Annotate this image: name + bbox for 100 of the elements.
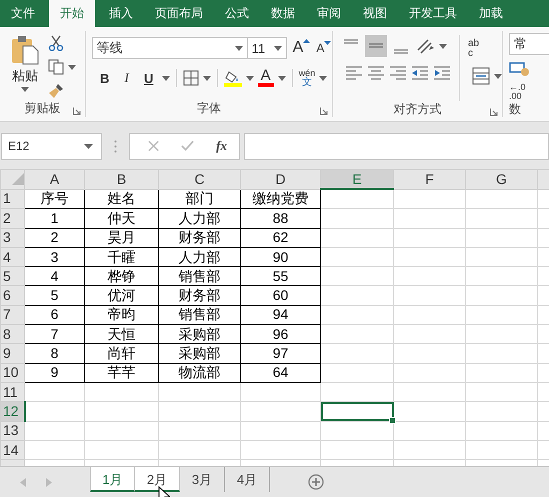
column-header[interactable]: A (24, 170, 84, 189)
shrink-font-button[interactable]: A (316, 41, 332, 55)
copy-icon[interactable] (48, 59, 64, 75)
ribbon-tab[interactable]: 插入 (98, 0, 144, 27)
italic-button[interactable]: I (118, 70, 136, 86)
column-header[interactable]: G (466, 170, 538, 189)
row-header[interactable]: 7 (0, 305, 24, 325)
row-header[interactable]: 11 (0, 382, 24, 402)
ribbon-tab[interactable]: 开发工具 (398, 0, 468, 27)
align-center-icon[interactable] (367, 65, 385, 81)
caret-icon[interactable] (162, 76, 170, 80)
row-header[interactable]: 5 (0, 266, 24, 286)
caret-icon[interactable] (21, 87, 29, 92)
table-cell: 天恒 (108, 326, 136, 342)
group-label: 数 (509, 101, 521, 118)
font-name-field[interactable]: 等线 (92, 37, 248, 59)
align-left-icon[interactable] (345, 65, 363, 81)
wrap-text-button[interactable]: ab c (468, 35, 480, 59)
table-cell: 55 (272, 268, 288, 284)
dialog-launcher-icon[interactable] (72, 107, 81, 115)
add-sheet-icon[interactable] (308, 474, 324, 490)
ribbon-tab[interactable]: 视图 (352, 0, 398, 27)
increase-indent-icon[interactable] (433, 65, 451, 81)
table-cell: 96 (272, 326, 288, 342)
paintbrush-icon[interactable] (48, 83, 64, 99)
phonetic-button[interactable]: wén 文 (298, 69, 316, 87)
table-cell: 销售部 (178, 306, 220, 322)
column-header[interactable]: D (240, 170, 320, 189)
currency-icon[interactable] (509, 61, 531, 77)
row-header[interactable]: 1 (0, 189, 24, 209)
scissors-icon[interactable] (48, 35, 64, 51)
merge-center-icon[interactable] (472, 67, 490, 85)
ribbon-tab[interactable]: 文件 (0, 0, 46, 27)
table-cell: 姓名 (108, 190, 136, 206)
formula-input[interactable] (244, 132, 549, 160)
table-cell: 3 (50, 248, 58, 265)
caret-icon[interactable] (278, 76, 286, 80)
table-cell: 94 (272, 306, 288, 322)
ribbon-tab[interactable]: 开始 (49, 0, 95, 27)
caret-icon[interactable] (246, 76, 254, 80)
middle-align-icon[interactable] (365, 35, 387, 57)
up-triangle-icon (303, 39, 310, 43)
table-cell: 财务部 (178, 229, 220, 246)
row-header[interactable]: 4 (0, 247, 24, 267)
caret-icon[interactable] (439, 44, 447, 48)
align-right-icon[interactable] (389, 65, 407, 81)
dialog-launcher-icon[interactable] (490, 108, 498, 116)
caret-icon[interactable] (494, 74, 502, 78)
borders-icon[interactable] (182, 70, 199, 86)
decrease-indent-icon[interactable] (411, 65, 429, 81)
table-cell: 88 (272, 210, 288, 226)
row-header[interactable]: 10 (0, 363, 24, 382)
grip-icon[interactable] (114, 140, 117, 152)
ribbon-tab[interactable]: 加载 (468, 0, 514, 27)
table-cell: 90 (272, 248, 288, 265)
caret-icon[interactable] (202, 76, 211, 80)
underline-button[interactable]: U (140, 70, 158, 86)
sheet-tab[interactable]: 3月 (180, 467, 225, 492)
sheet-tab[interactable]: 1月 (90, 467, 135, 492)
column-header[interactable]: B (84, 170, 158, 189)
table-cell: 4 (50, 268, 58, 284)
caret-icon[interactable] (234, 46, 243, 50)
bold-button[interactable]: B (96, 70, 114, 86)
dialog-launcher-icon[interactable] (320, 107, 328, 115)
clipboard-icon[interactable] (10, 35, 40, 65)
caret-icon[interactable] (274, 46, 282, 50)
caret-icon[interactable] (319, 76, 328, 80)
name-box[interactable]: E12 (1, 132, 102, 160)
paste-label[interactable]: 粘贴 (12, 67, 38, 85)
column-header[interactable]: F (394, 170, 466, 189)
number-format-field[interactable]: 常 (509, 33, 549, 55)
row-header[interactable]: 2 (0, 208, 24, 228)
sheet-tab[interactable]: 4月 (225, 467, 270, 492)
row-header[interactable]: 3 (0, 228, 24, 248)
ribbon-tab[interactable]: 页面布局 (144, 0, 214, 27)
table-cell: 缴纳党费 (252, 190, 308, 206)
row-header[interactable]: 9 (0, 344, 24, 364)
row-header[interactable]: 14 (0, 440, 24, 460)
row-header[interactable]: 13 (0, 421, 24, 440)
fill-handle[interactable] (389, 416, 396, 424)
grow-font-button[interactable]: A (292, 39, 310, 57)
column-header[interactable]: C (158, 170, 240, 189)
row-header[interactable]: 8 (0, 324, 24, 344)
row-header[interactable]: 6 (0, 286, 24, 306)
row-header[interactable]: 12 (0, 402, 24, 422)
fill-color-icon[interactable] (224, 69, 242, 87)
ribbon-tab[interactable]: 数据 (260, 0, 306, 27)
table-cell: 序号 (40, 190, 68, 206)
caret-icon[interactable] (68, 64, 76, 70)
insert-function-button[interactable]: fx (216, 138, 227, 154)
increase-decimal-button[interactable]: ←.0 .00 (509, 83, 549, 101)
table-cell: 仲天 (108, 210, 136, 226)
font-color-button[interactable]: A (258, 69, 274, 87)
check-icon[interactable] (181, 140, 194, 152)
ribbon-tab[interactable]: 审阅 (306, 0, 352, 27)
font-size-field[interactable]: 11 (246, 37, 287, 59)
table-cell: 97 (272, 345, 288, 362)
ribbon-tab[interactable]: 公式 (214, 0, 260, 27)
sheet-tab[interactable]: 2月 (135, 467, 180, 492)
column-header[interactable]: E (320, 170, 394, 189)
